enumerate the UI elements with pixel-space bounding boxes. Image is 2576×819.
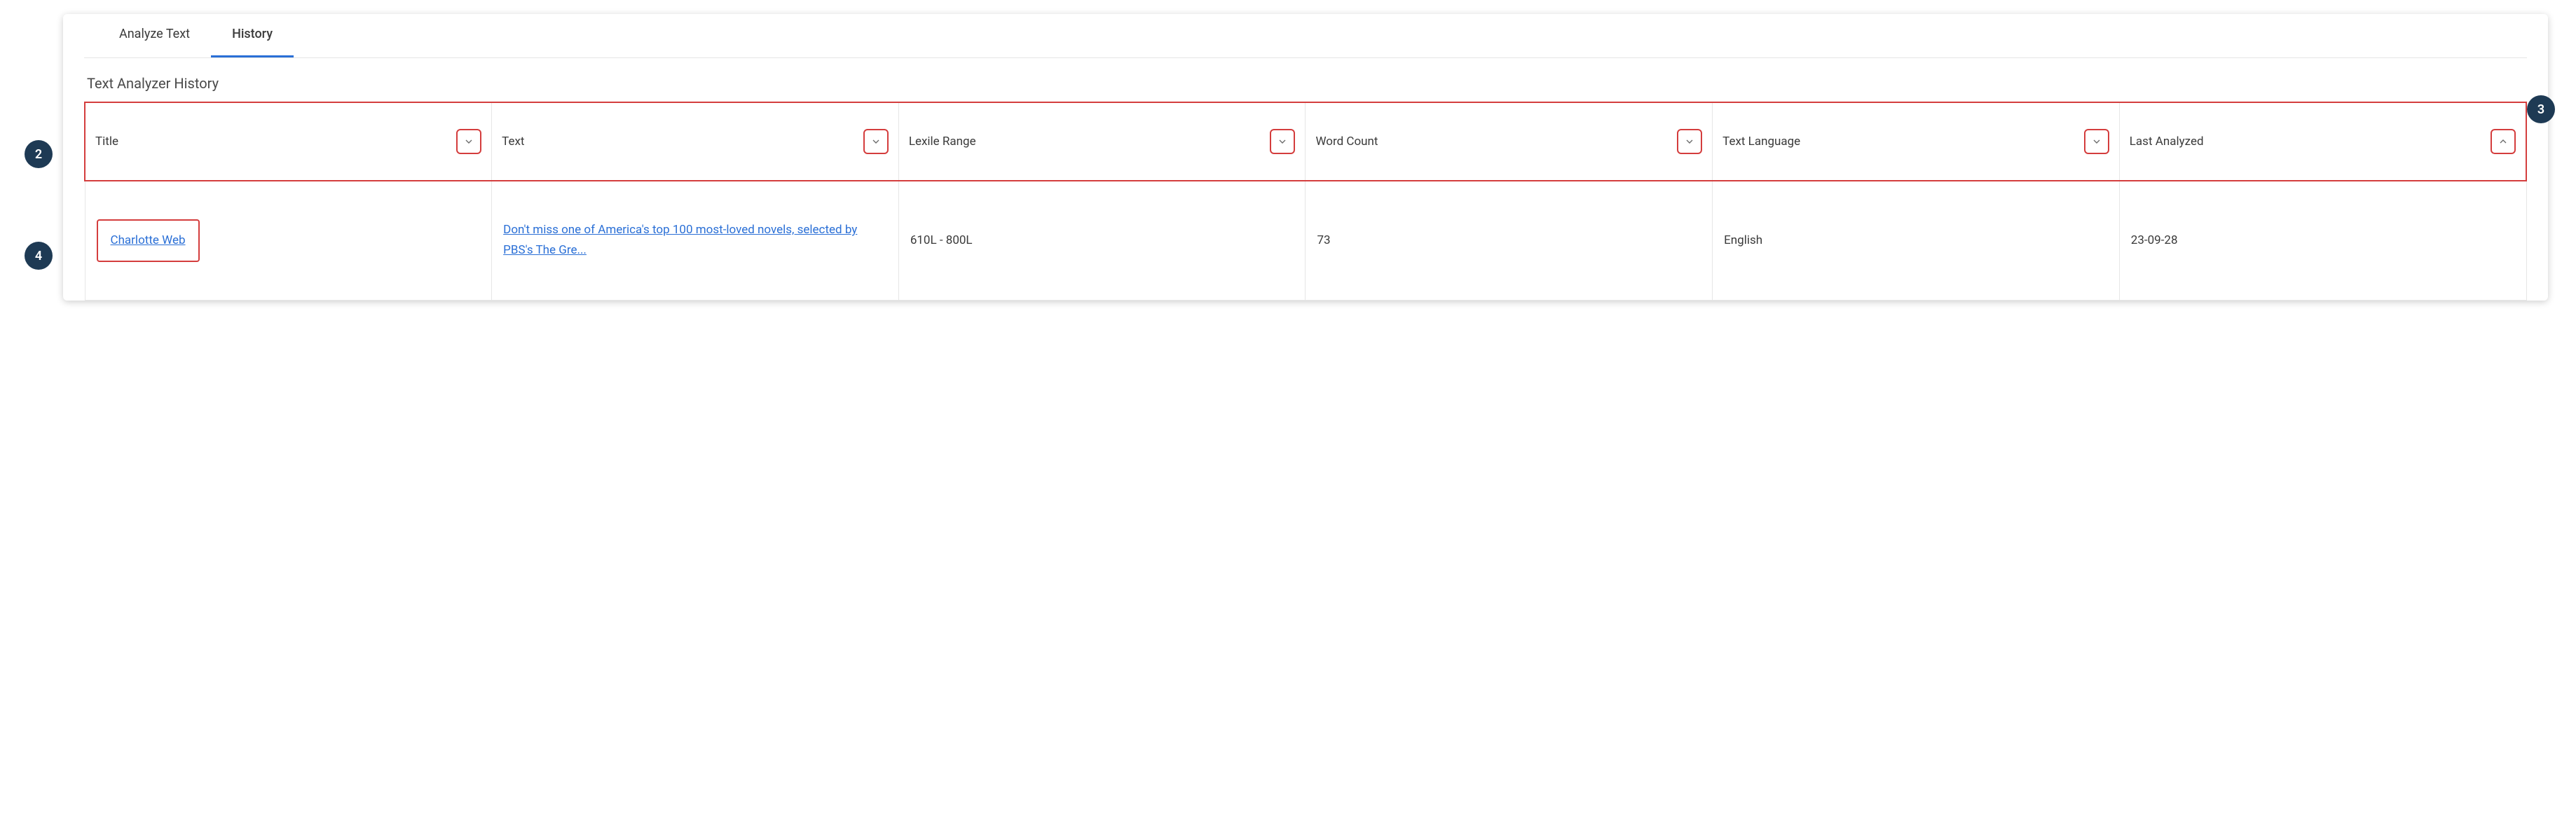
col-title-label: Title [95, 135, 118, 149]
cell-last-analyzed: 23-09-28 [2119, 181, 2526, 300]
col-wordcount-label: Word Count [1315, 135, 1378, 149]
chevron-down-icon [1277, 136, 1288, 147]
tab-history[interactable]: History [211, 27, 294, 57]
chevron-up-icon [2498, 136, 2509, 147]
col-wordcount: Word Count [1306, 102, 1713, 181]
sort-wordcount-button[interactable] [1677, 129, 1702, 154]
cell-title: Charlotte Web [85, 181, 492, 300]
sort-last-analyzed-button[interactable] [2491, 129, 2516, 154]
sort-text-button[interactable] [863, 129, 889, 154]
annotation-callout-2: 2 [25, 140, 53, 168]
annotation-callout-4: 4 [25, 242, 53, 270]
col-language-label: Text Language [1722, 135, 1800, 149]
page-title: Text Analyzer History [87, 75, 2527, 92]
cell-lexile: 610L - 800L [898, 181, 1306, 300]
col-text-label: Text [502, 135, 524, 149]
sort-lexile-button[interactable] [1270, 129, 1295, 154]
chevron-down-icon [2091, 136, 2102, 147]
title-highlight: Charlotte Web [97, 219, 200, 262]
table-header-row: Title Text Lex [85, 102, 2526, 181]
chevron-down-icon [463, 136, 474, 147]
sort-language-button[interactable] [2084, 129, 2109, 154]
col-text: Text [492, 102, 899, 181]
table-row: Charlotte Web Don't miss one of America'… [85, 181, 2526, 300]
text-link[interactable]: Don't miss one of America's top 100 most… [503, 223, 857, 257]
tabs: Analyze Text History [84, 27, 2527, 58]
tab-analyze-text[interactable]: Analyze Text [98, 27, 211, 57]
sort-title-button[interactable] [456, 129, 481, 154]
col-last-analyzed-label: Last Analyzed [2130, 135, 2204, 149]
col-lexile: Lexile Range [898, 102, 1306, 181]
cell-text: Don't miss one of America's top 100 most… [492, 181, 899, 300]
chevron-down-icon [870, 136, 882, 147]
col-lexile-label: Lexile Range [909, 135, 976, 149]
history-table: Title Text Lex [84, 102, 2527, 301]
col-last-analyzed: Last Analyzed [2119, 102, 2526, 181]
col-title: Title [85, 102, 492, 181]
chevron-down-icon [1684, 136, 1695, 147]
cell-wordcount: 73 [1306, 181, 1713, 300]
title-link[interactable]: Charlotte Web [111, 233, 186, 247]
history-card: 2 3 4 Analyze Text History Text Analyzer… [63, 14, 2548, 301]
annotation-callout-3: 3 [2527, 95, 2555, 123]
col-language: Text Language [1713, 102, 2120, 181]
cell-language: English [1713, 181, 2120, 300]
